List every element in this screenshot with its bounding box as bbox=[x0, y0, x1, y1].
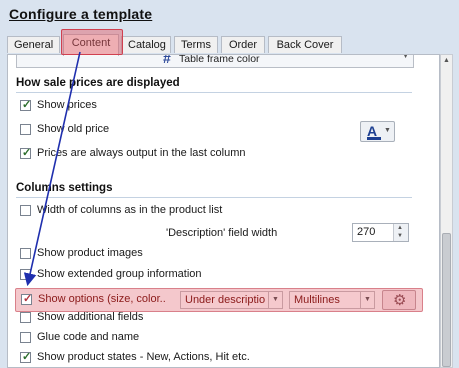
content-panel: # Table frame color ▼ How sale prices ar… bbox=[7, 54, 440, 368]
spin-down-icon[interactable]: ▼ bbox=[397, 233, 403, 239]
glue-code-label: Glue code and name bbox=[37, 331, 140, 343]
tab-catalog[interactable]: Catalog bbox=[121, 36, 171, 53]
show-options-label: Show options (size, color.. bbox=[38, 293, 166, 305]
show-old-price-checkbox[interactable] bbox=[20, 124, 31, 135]
extended-group-checkbox[interactable] bbox=[20, 269, 31, 280]
show-options-row-highlight: ✓ Show options (size, color.. Under desc… bbox=[15, 288, 423, 312]
extended-group-label: Show extended group information bbox=[37, 268, 202, 280]
glue-code-checkbox[interactable] bbox=[20, 332, 31, 343]
product-states-label: Show product states - New, Actions, Hit … bbox=[37, 351, 250, 363]
description-width-value: 270 bbox=[357, 226, 376, 238]
chevron-down-icon: ▼ bbox=[268, 292, 282, 308]
sale-prices-header: How sale prices are displayed bbox=[16, 77, 180, 89]
width-as-list-checkbox[interactable] bbox=[20, 205, 31, 216]
chevron-down-icon: ▼ bbox=[384, 127, 391, 134]
options-mode-select[interactable]: Multilines ▼ bbox=[289, 291, 375, 309]
table-frame-color-dropdown[interactable]: # Table frame color ▼ bbox=[16, 54, 414, 68]
show-images-label: Show product images bbox=[37, 247, 143, 259]
color-swatch bbox=[367, 137, 381, 140]
show-prices-label: Show prices bbox=[37, 99, 97, 111]
show-options-checkbox[interactable]: ✓ bbox=[21, 293, 32, 305]
tab-highlight-annotation bbox=[61, 29, 123, 55]
dropdown-value: Table frame color bbox=[179, 54, 260, 65]
window-title: Configure a template bbox=[9, 6, 153, 22]
last-column-label: Prices are always output in the last col… bbox=[37, 147, 246, 159]
divider bbox=[16, 197, 412, 198]
show-prices-checkbox[interactable]: ✓ bbox=[20, 99, 31, 111]
options-position-select[interactable]: Under descriptio ▼ bbox=[180, 291, 283, 309]
grid-icon: # bbox=[163, 54, 171, 66]
divider bbox=[16, 92, 412, 93]
vertical-scrollbar[interactable]: ▲ bbox=[440, 54, 453, 368]
chevron-down-icon: ▼ bbox=[360, 292, 374, 308]
additional-fields-checkbox[interactable] bbox=[20, 312, 31, 323]
spin-up-icon[interactable]: ▲ bbox=[397, 225, 403, 231]
scroll-thumb[interactable] bbox=[442, 233, 451, 367]
spin-buttons[interactable]: ▲ ▼ bbox=[393, 224, 408, 241]
gear-icon: ⚙ bbox=[393, 292, 407, 309]
options-settings-button[interactable]: ⚙ bbox=[382, 290, 416, 310]
options-position-value: Under descriptio bbox=[185, 294, 266, 306]
last-column-checkbox[interactable]: ✓ bbox=[20, 147, 31, 159]
width-as-list-label: Width of columns as in the product list bbox=[37, 204, 223, 216]
columns-settings-header: Columns settings bbox=[16, 182, 113, 194]
description-width-label: 'Description' field width bbox=[166, 227, 278, 239]
product-states-checkbox[interactable]: ✓ bbox=[20, 351, 31, 363]
chevron-down-icon: ▼ bbox=[402, 54, 409, 60]
tab-general[interactable]: General bbox=[7, 36, 60, 53]
tab-terms[interactable]: Terms bbox=[174, 36, 218, 53]
show-old-price-label: Show old price bbox=[37, 123, 110, 135]
tab-back-cover[interactable]: Back Cover bbox=[268, 36, 342, 53]
description-width-input[interactable]: 270 ▲ ▼ bbox=[352, 223, 409, 242]
font-color-button[interactable]: A ▼ bbox=[360, 121, 395, 142]
additional-fields-label: Show additional fields bbox=[37, 311, 144, 323]
scroll-up-icon[interactable]: ▲ bbox=[441, 55, 452, 67]
options-mode-value: Multilines bbox=[294, 294, 340, 306]
show-images-checkbox[interactable] bbox=[20, 248, 31, 259]
tab-order[interactable]: Order bbox=[221, 36, 265, 53]
